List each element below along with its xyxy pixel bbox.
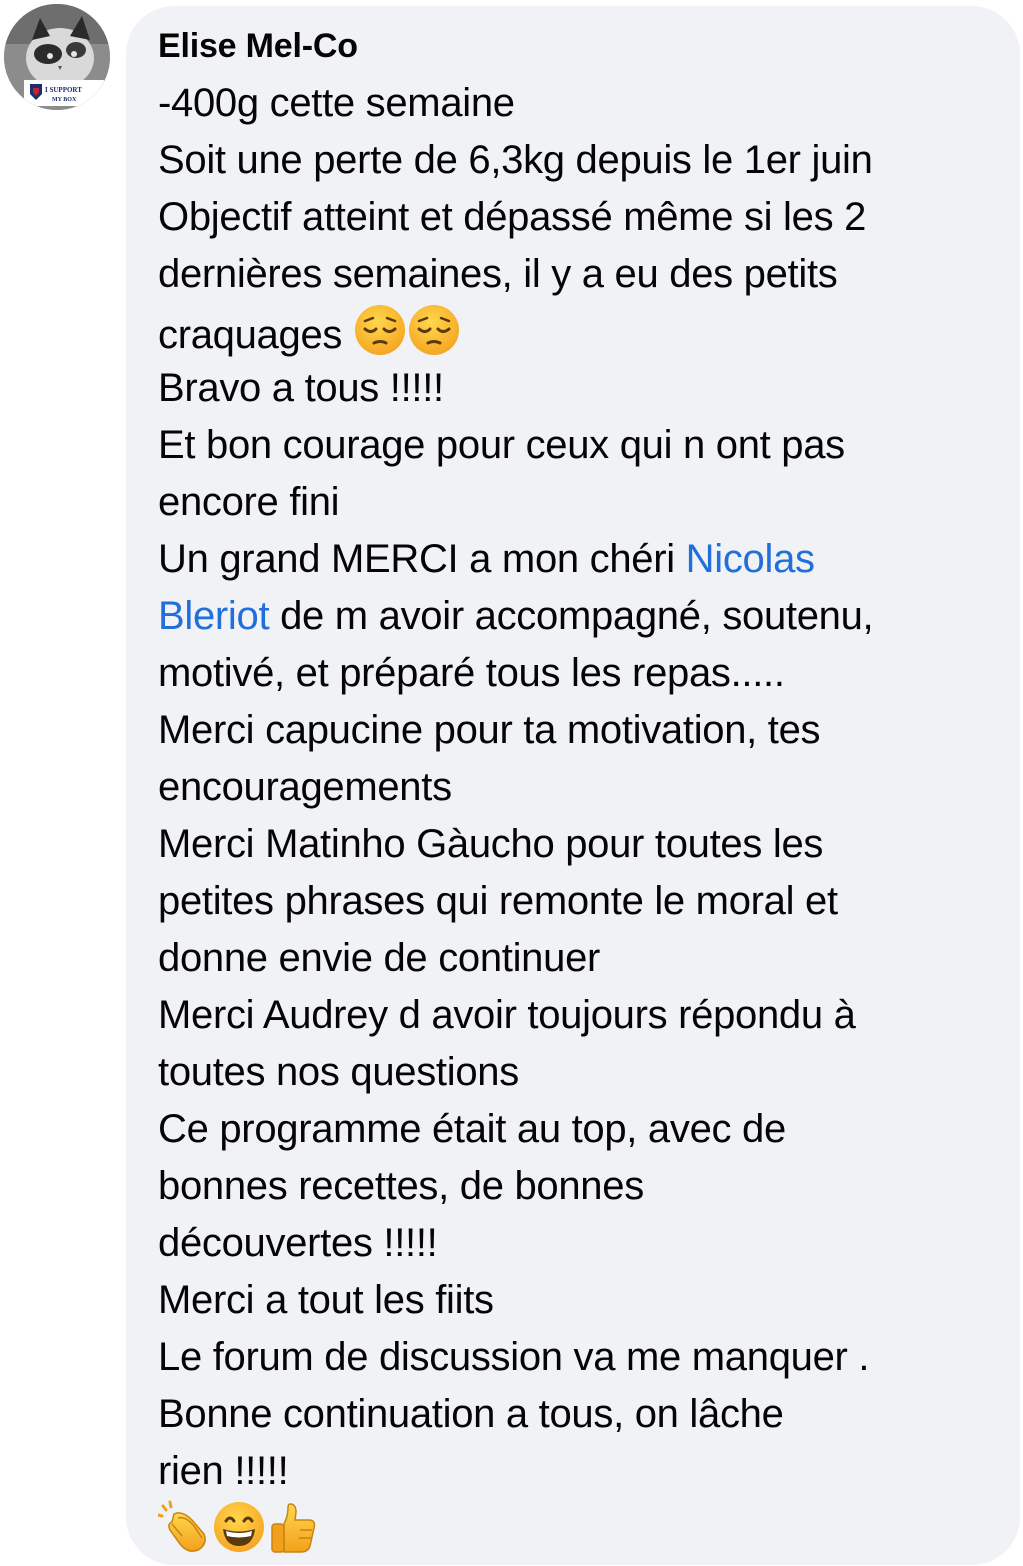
comment-line: motivé, et préparé tous les repas..... [158,651,785,695]
pensive-face-icon [353,303,407,357]
comment-line: donne envie de continuer [158,936,601,980]
svg-text:MY BOX: MY BOX [52,97,77,103]
comment-line: Merci capucine pour ta motivation, tes [158,708,821,752]
thumbs-up-icon [266,1500,320,1554]
comment-line-text: de m avoir accompagné, soutenu, [269,594,874,638]
svg-text:I SUPPORT: I SUPPORT [45,86,82,94]
comment-line: Merci Audrey d avoir toujours répondu à [158,993,856,1037]
comment-line: bonnes recettes, de bonnes [158,1164,644,1208]
comment-line: toutes nos questions [158,1050,519,1094]
comment-line: petites phrases qui remonte le moral et [158,879,838,923]
comment-line: encouragements [158,765,452,809]
comment-line: Et bon courage pour ceux qui n ont pas [158,423,845,467]
comment-line-with-emoji: craquages [158,303,988,360]
grinning-face-icon [212,1500,266,1554]
pensive-face-icon [407,303,461,357]
comment-line: Merci a tout les fiits [158,1278,494,1322]
comment-line: -400g cette semaine [158,81,515,125]
comment-line-text: Un grand MERCI a mon chéri [158,537,686,581]
comment-line: rien !!!!! [158,1449,289,1493]
avatar[interactable]: I SUPPORT MY BOX [4,4,110,110]
comment-line: découvertes !!!!! [158,1221,438,1265]
comment-line: Merci Matinho Gàucho pour toutes les [158,822,824,866]
comment-line: Soit une perte de 6,3kg depuis le 1er ju… [158,138,873,182]
comment-line: Bleriot de m avoir accompagné, soutenu, [158,588,988,645]
comment-line-text: craquages [158,313,343,357]
comment-author-name[interactable]: Elise Mel-Co [158,24,358,68]
comment-line: Ce programme était au top, avec de [158,1107,786,1151]
comment-line: Le forum de discussion va me manquer . [158,1335,870,1379]
comment-line: Bonne continuation a tous, on lâche [158,1392,784,1436]
clapping-hands-icon [158,1500,212,1554]
comment-line: Un grand MERCI a mon chéri Nicolas [158,531,988,588]
comment-line: Objectif atteint et dépassé même si les … [158,195,867,239]
mention-link-first-name[interactable]: Nicolas [686,537,815,581]
comment-body: -400g cette semaine Soit une perte de 6,… [158,75,988,1557]
comment-line: encore fini [158,480,340,524]
comment-line: dernières semaines, il y a eu des petits [158,252,838,296]
mention-link-last-name[interactable]: Bleriot [158,594,270,638]
comment-line: Bravo a tous !!!!! [158,366,444,410]
comment-emoji-line [158,1500,988,1557]
